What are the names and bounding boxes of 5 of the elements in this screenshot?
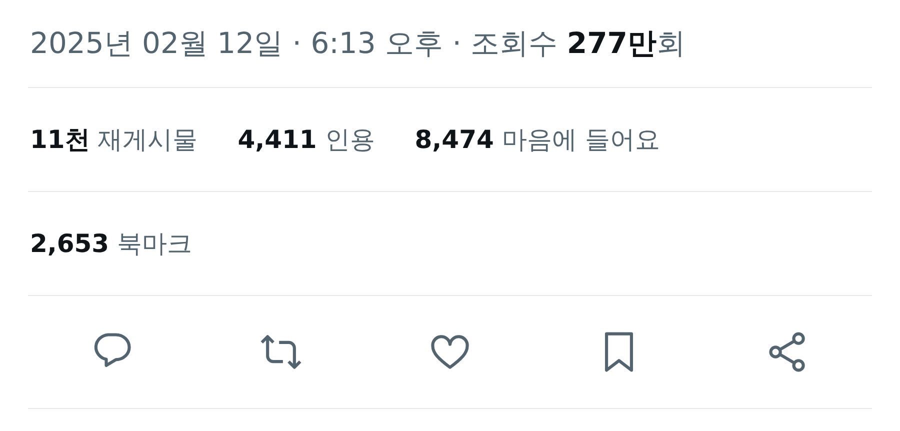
post-timestamp-views: 2025년 02월 12일 · 6:13 오후 · 조회수 277만회 xyxy=(30,24,686,62)
stat-link[interactable]: 8,474 마음에 들어요 xyxy=(414,123,660,156)
stat-link[interactable]: 4,411 인용 xyxy=(238,123,375,156)
stat-link[interactable]: 11천 재게시물 xyxy=(30,123,198,156)
stat-link[interactable]: 2,653 북마크 xyxy=(30,227,192,260)
